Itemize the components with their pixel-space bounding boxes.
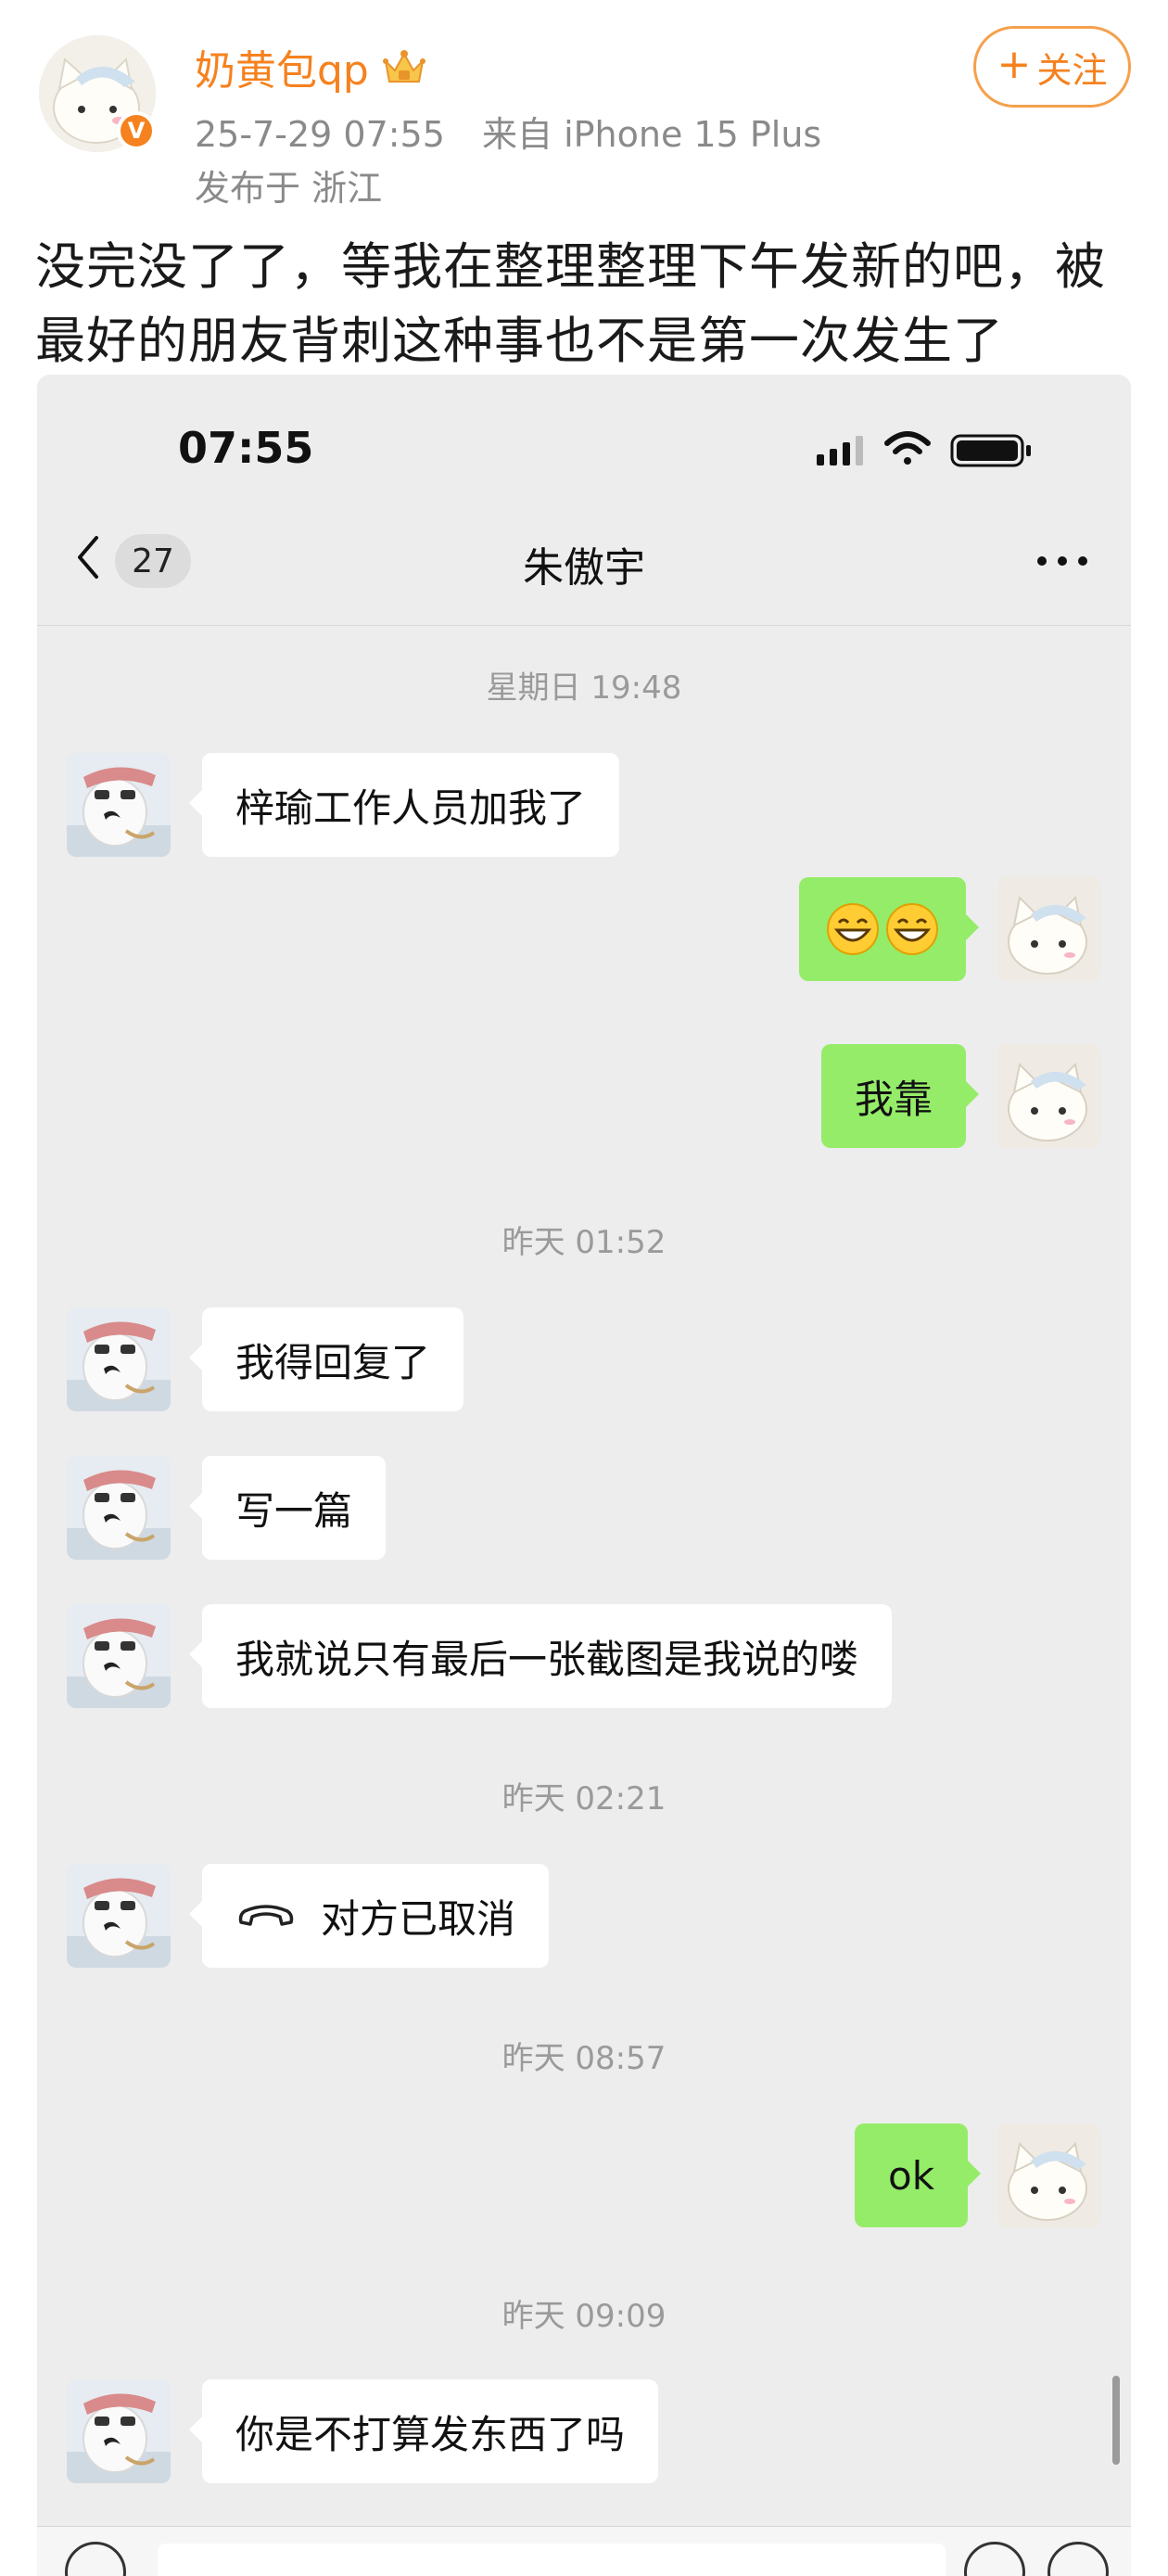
friend-avatar[interactable] xyxy=(67,1456,171,1560)
friend-avatar[interactable] xyxy=(67,753,171,857)
message-bubble-friend[interactable]: 梓瑜工作人员加我了 xyxy=(188,753,620,857)
message-bubble-friend[interactable]: 我得回复了 xyxy=(188,1307,464,1411)
add-attachment-button[interactable] xyxy=(1047,2542,1109,2576)
message-bubble-me[interactable]: 我靠 xyxy=(821,1044,980,1148)
status-time: 07:55 xyxy=(178,423,314,473)
friend-avatar-image xyxy=(67,2379,171,2483)
call-cancelled-bubble[interactable]: 对方已取消 xyxy=(188,1864,550,1968)
emoji-button[interactable] xyxy=(964,2542,1025,2576)
post-date: 25-7-29 07:55 xyxy=(195,114,445,155)
call-status-text: 对方已取消 xyxy=(321,1895,516,1942)
message-input[interactable] xyxy=(158,2544,946,2576)
chat-timestamp: 昨天 08:57 xyxy=(501,2040,667,2077)
signal-icon xyxy=(817,436,863,465)
chat-timestamp: 昨天 09:09 xyxy=(501,2298,667,2335)
username-text: 奶黄包qp xyxy=(195,47,369,95)
chat-timestamp: 星期日 19:48 xyxy=(486,670,682,707)
post-source: 来自 iPhone 15 Plus xyxy=(482,114,822,155)
chat-scrollbar[interactable] xyxy=(1112,2376,1120,2465)
my-avatar[interactable] xyxy=(997,1044,1101,1148)
my-avatar-image xyxy=(997,877,1101,981)
grinning-face-emoji xyxy=(827,903,879,955)
post-location: 发布于 浙江 xyxy=(195,168,383,209)
my-avatar-image xyxy=(997,2123,1101,2227)
author-name[interactable]: 奶黄包qp xyxy=(195,37,428,96)
my-avatar-image xyxy=(997,1044,1101,1148)
phone-hangup-icon xyxy=(238,1905,294,1926)
message-bubble-friend[interactable]: 写一篇 xyxy=(188,1456,387,1560)
chat-contact-name: 朱傲宇 xyxy=(523,544,645,592)
chat-input-bar xyxy=(37,2526,1131,2576)
crown-icon xyxy=(382,50,425,83)
message-bubble-friend[interactable]: 你是不打算发东西了吗 xyxy=(188,2379,659,2483)
friend-avatar-image xyxy=(67,1864,171,1968)
wifi-icon xyxy=(884,431,931,465)
post-meta: 25-7-29 07:55 来自 iPhone 15 Plus xyxy=(195,106,821,157)
grinning-face-emoji xyxy=(886,903,938,955)
follow-label: 关注 xyxy=(1036,49,1108,91)
friend-avatar[interactable] xyxy=(67,1307,171,1411)
chat-timestamp: 昨天 01:52 xyxy=(501,1224,667,1261)
more-options-icon[interactable] xyxy=(1035,555,1090,567)
friend-avatar[interactable] xyxy=(67,1604,171,1708)
chat-screenshot-image[interactable]: 07:55 27 朱傲宇 星期日 19:48 梓瑜工作人员加我了 我靠 昨天 0… xyxy=(37,375,1131,2576)
chat-nav-bar: 27 朱傲宇 xyxy=(37,477,1131,626)
plus-icon: + xyxy=(997,41,1032,88)
follow-button[interactable]: + 关注 xyxy=(973,26,1131,108)
my-avatar[interactable] xyxy=(997,2123,1101,2227)
battery-icon xyxy=(950,434,1031,467)
friend-avatar-image xyxy=(67,1307,171,1411)
status-icons xyxy=(817,431,1031,467)
friend-avatar-image xyxy=(67,1456,171,1560)
message-bubble-me[interactable] xyxy=(799,877,979,981)
my-avatar[interactable] xyxy=(997,877,1101,981)
message-bubble-friend[interactable]: 我就说只有最后一张截图是我说的喽 xyxy=(188,1604,893,1708)
friend-avatar-image xyxy=(67,1604,171,1708)
message-bubble-me[interactable]: ok xyxy=(855,2123,982,2227)
verified-badge-icon: V xyxy=(117,111,156,150)
post-body-text: 没完没了了，等我在整理整理下午发新的吧，被最好的朋友背刺这种事也不是第一次发生了 xyxy=(35,237,1106,370)
chat-timestamp: 昨天 02:21 xyxy=(501,1780,667,1817)
voice-toggle-button[interactable] xyxy=(65,2542,126,2576)
friend-avatar-image xyxy=(67,753,171,857)
phone-status-bar: 07:55 xyxy=(37,375,1131,477)
friend-avatar[interactable] xyxy=(67,1864,171,1968)
friend-avatar[interactable] xyxy=(67,2379,171,2483)
